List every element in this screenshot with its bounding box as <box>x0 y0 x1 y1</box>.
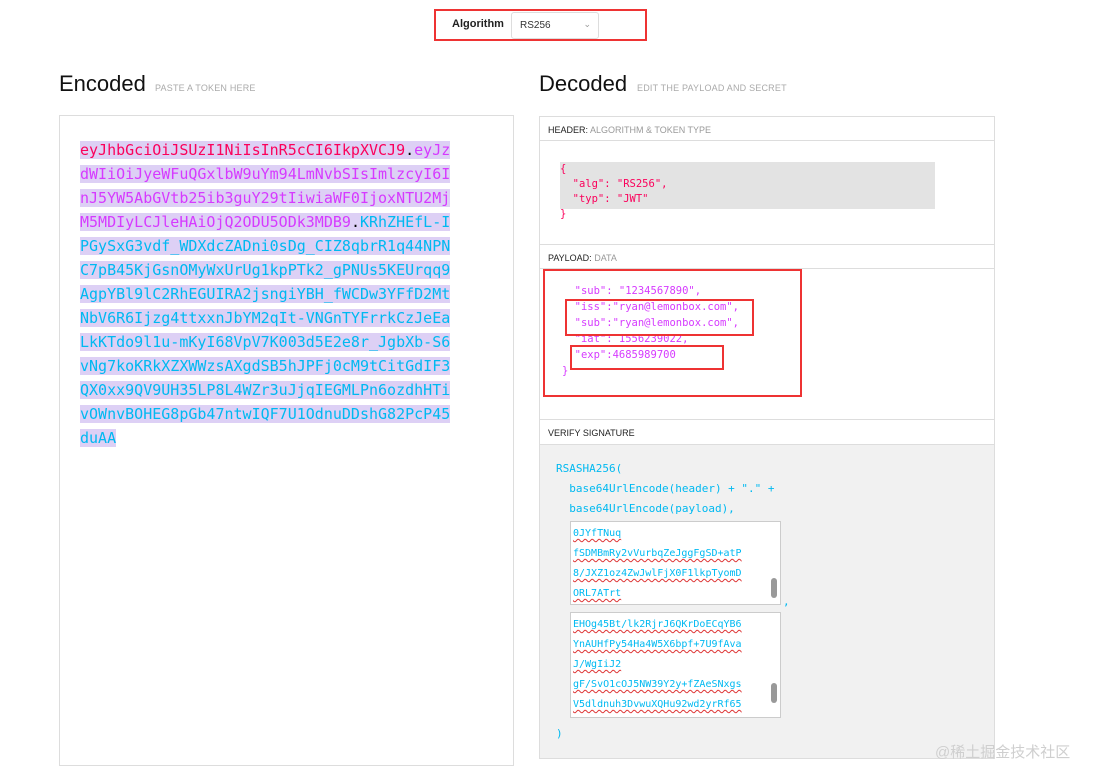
decoded-panel: HEADER: ALGORITHM & TOKEN TYPE { "alg": … <box>539 116 995 759</box>
comma: , <box>783 595 790 608</box>
token-dot: . <box>405 141 415 159</box>
chevron-down-icon: ⌄ <box>583 19 591 29</box>
algorithm-select[interactable]: RS256 ⌄ <box>511 12 599 39</box>
exp-highlight-box <box>570 345 724 370</box>
watermark: @稀土掘金技术社区 <box>935 744 1071 761</box>
key-line: 0JYfTNuq <box>573 528 622 539</box>
payload-label: PAYLOAD: <box>548 253 592 263</box>
encoded-subtitle: PASTE A TOKEN HERE <box>155 83 256 93</box>
encoded-token: eyJhbGciOiJSUzI1NiIsInR5cCI6IkpXVCJ9.eyJ… <box>80 138 456 450</box>
key-line: YnAUHfPy54Ha4W5X6bpf+7U9fAva <box>573 639 742 650</box>
verify-code: RSASHA256( base64UrlEncode(header) + "."… <box>556 462 775 515</box>
header-label: HEADER: <box>548 125 589 135</box>
encoded-title: Encoded <box>59 71 146 96</box>
private-key-input[interactable]: EHOg45Bt/lk2RjrJ6QKrDoECqYB6 YnAUHfPy54H… <box>570 612 781 718</box>
public-key-text: 0JYfTNuq fSDMBmRy2vVurbqZeJggFgSD+atP 8/… <box>571 522 780 604</box>
private-key-text: EHOg45Bt/lk2RjrJ6QKrDoECqYB6 YnAUHfPy54H… <box>571 613 780 715</box>
public-key-input[interactable]: 0JYfTNuq fSDMBmRy2vVurbqZeJggFgSD+atP 8/… <box>570 521 781 605</box>
key-line: J/WgIiJ2 <box>573 659 622 670</box>
payload-sublabel: DATA <box>594 253 617 263</box>
verify-label: VERIFY SIGNATURE <box>548 428 635 438</box>
key-line: gF/SvO1cOJ5NW39Y2y+fZAeSNxgs <box>573 679 742 690</box>
payload-section-label: PAYLOAD: DATA <box>540 245 994 269</box>
key-line: ORL7ATrt <box>573 588 622 599</box>
key-line: EHOg45Bt/lk2RjrJ6QKrDoECqYB6 <box>573 619 742 630</box>
decoded-title: Decoded <box>539 71 628 96</box>
verify-signature-area: RSASHA256( base64UrlEncode(header) + "."… <box>540 445 994 758</box>
token-dot: . <box>350 213 360 231</box>
header-json-editor[interactable]: { "alg": "RS256", "typ": "JWT" } <box>560 162 935 220</box>
iss-sub-highlight-box <box>565 299 754 336</box>
header-section-label: HEADER: ALGORITHM & TOKEN TYPE <box>540 117 994 141</box>
decoded-subtitle: EDIT THE PAYLOAD AND SECRET <box>637 83 787 93</box>
verify-section-label: VERIFY SIGNATURE <box>540 419 994 445</box>
header-sublabel: ALGORITHM & TOKEN TYPE <box>590 125 712 135</box>
key-line: fSDMBmRy2vVurbqZeJggFgSD+atP <box>573 548 742 559</box>
algorithm-label: Algorithm <box>452 18 504 30</box>
key-line: 8/JXZ1oz4ZwJwlFjX0F1lkpTyomD <box>573 568 742 579</box>
scrollbar-thumb[interactable] <box>771 683 777 703</box>
encoded-token-textarea[interactable]: eyJhbGciOiJSUzI1NiIsInR5cCI6IkpXVCJ9.eyJ… <box>59 115 514 766</box>
token-signature-segment: KRhZHEfL-IPGySxG3vdf_WDXdcZADni0sDg_CIZ8… <box>80 213 451 447</box>
algorithm-value: RS256 <box>520 20 551 31</box>
verify-close-paren: ) <box>556 727 563 740</box>
token-header-segment: eyJhbGciOiJSUzI1NiIsInR5cCI6IkpXVCJ9 <box>80 141 406 159</box>
key-line: V5dldnuh3DvwuXQHu92wd2yrRf65 <box>573 699 742 710</box>
scrollbar-thumb[interactable] <box>771 578 777 598</box>
